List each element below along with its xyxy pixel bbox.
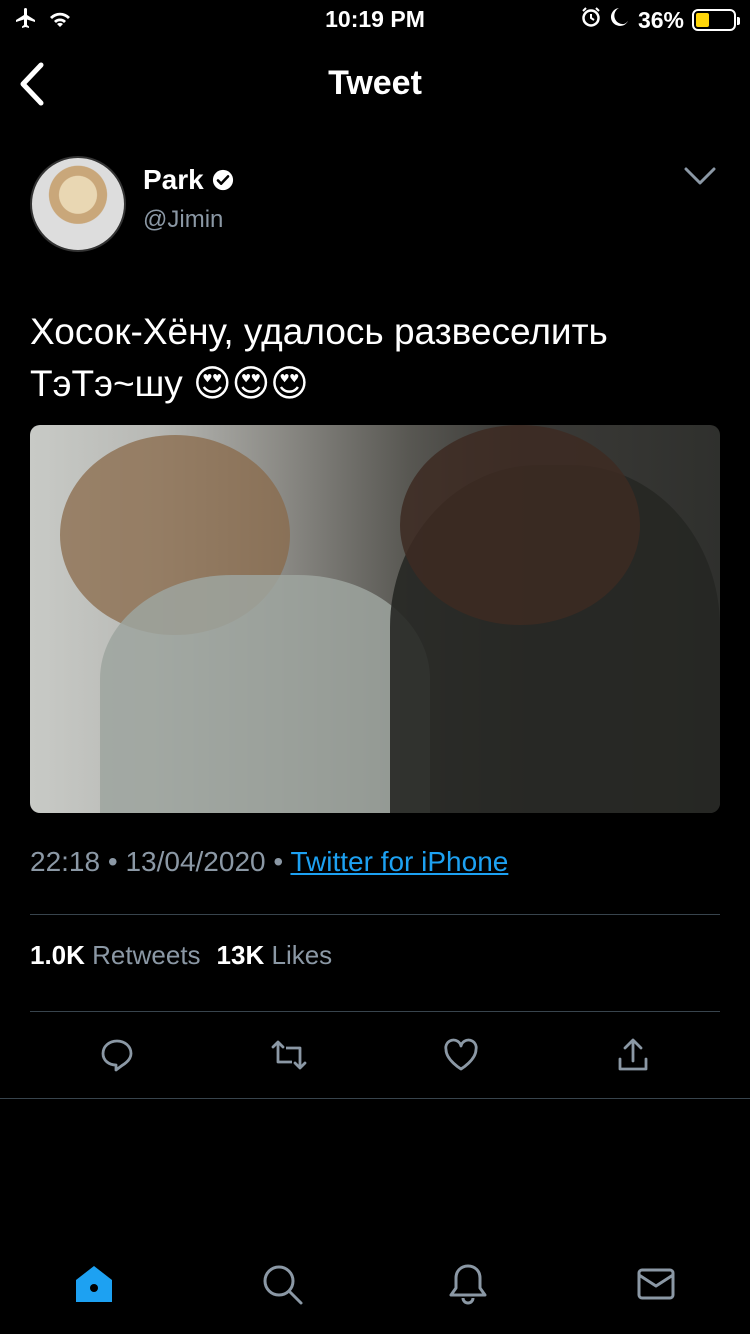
tweet-text: Хосок-Хёну, удалось развеселить ТэТэ~шу … bbox=[30, 306, 720, 410]
retweet-icon bbox=[271, 1040, 307, 1070]
tweet-actions bbox=[0, 1030, 750, 1080]
divider bbox=[30, 1011, 720, 1012]
tab-home[interactable] bbox=[64, 1254, 124, 1314]
chevron-down-icon bbox=[684, 167, 716, 185]
notifications-icon bbox=[449, 1264, 487, 1305]
divider bbox=[0, 1098, 750, 1099]
tweet-author: Park @Jimin bbox=[30, 156, 720, 256]
retweets-stat[interactable]: 1.0K Retweets bbox=[30, 940, 201, 971]
likes-label: Likes bbox=[271, 940, 333, 970]
like-icon bbox=[444, 1038, 478, 1071]
share-button[interactable] bbox=[608, 1030, 658, 1080]
retweets-label: Retweets bbox=[92, 940, 201, 970]
page-title: Tweet bbox=[328, 64, 422, 102]
likes-stat[interactable]: 13K Likes bbox=[217, 940, 333, 971]
author-handle[interactable]: @Jimin bbox=[143, 206, 223, 234]
battery-percent: 36% bbox=[637, 6, 684, 33]
moon-icon bbox=[610, 6, 630, 34]
avatar[interactable] bbox=[30, 156, 126, 252]
divider bbox=[30, 914, 720, 915]
author-name: Park bbox=[143, 164, 204, 195]
tab-bar bbox=[0, 1254, 750, 1320]
alarm-icon bbox=[580, 6, 602, 34]
messages-icon bbox=[637, 1268, 675, 1300]
battery-icon bbox=[692, 9, 740, 31]
tweet-date: 13/04/2020 bbox=[125, 846, 266, 877]
reply-button[interactable] bbox=[92, 1030, 142, 1080]
media-figure bbox=[100, 575, 430, 813]
like-button[interactable] bbox=[436, 1030, 486, 1080]
tab-search[interactable] bbox=[252, 1254, 312, 1314]
retweets-count: 1.0K bbox=[30, 940, 85, 970]
tweet-stats: 1.0K Retweets 13K Likes bbox=[30, 940, 720, 971]
tab-notifications[interactable] bbox=[438, 1254, 498, 1314]
status-bar: 10:19 PM 36% bbox=[0, 0, 750, 40]
author-name-row[interactable]: Park bbox=[143, 164, 234, 196]
tweet-text-line: Хосок-Хёну, удалось развеселить bbox=[30, 311, 608, 352]
likes-count: 13K bbox=[216, 940, 265, 970]
tab-messages[interactable] bbox=[626, 1254, 686, 1314]
verified-icon bbox=[212, 169, 233, 191]
tweet-meta: 22:18 • 13/04/2020 • Twitter for iPhone bbox=[30, 846, 720, 878]
home-icon bbox=[76, 1266, 112, 1302]
navigation-bar: Tweet bbox=[0, 44, 750, 124]
meta-separator: • bbox=[107, 846, 118, 877]
search-icon bbox=[263, 1265, 303, 1305]
meta-separator: • bbox=[273, 846, 284, 877]
battery-level-fill bbox=[696, 13, 709, 27]
retweet-button[interactable] bbox=[264, 1030, 314, 1080]
status-right: 36% bbox=[580, 6, 740, 34]
tweet-text-line: ТэТэ~шу 😍😍😍 bbox=[30, 363, 309, 404]
tweet-media-image[interactable] bbox=[30, 425, 720, 813]
media-figure bbox=[400, 425, 640, 625]
more-options-button[interactable] bbox=[680, 158, 720, 194]
share-icon bbox=[618, 1038, 648, 1071]
tweet-source-link[interactable]: Twitter for iPhone bbox=[290, 846, 508, 877]
tweet-time: 22:18 bbox=[30, 846, 101, 877]
reply-icon bbox=[101, 1039, 133, 1072]
